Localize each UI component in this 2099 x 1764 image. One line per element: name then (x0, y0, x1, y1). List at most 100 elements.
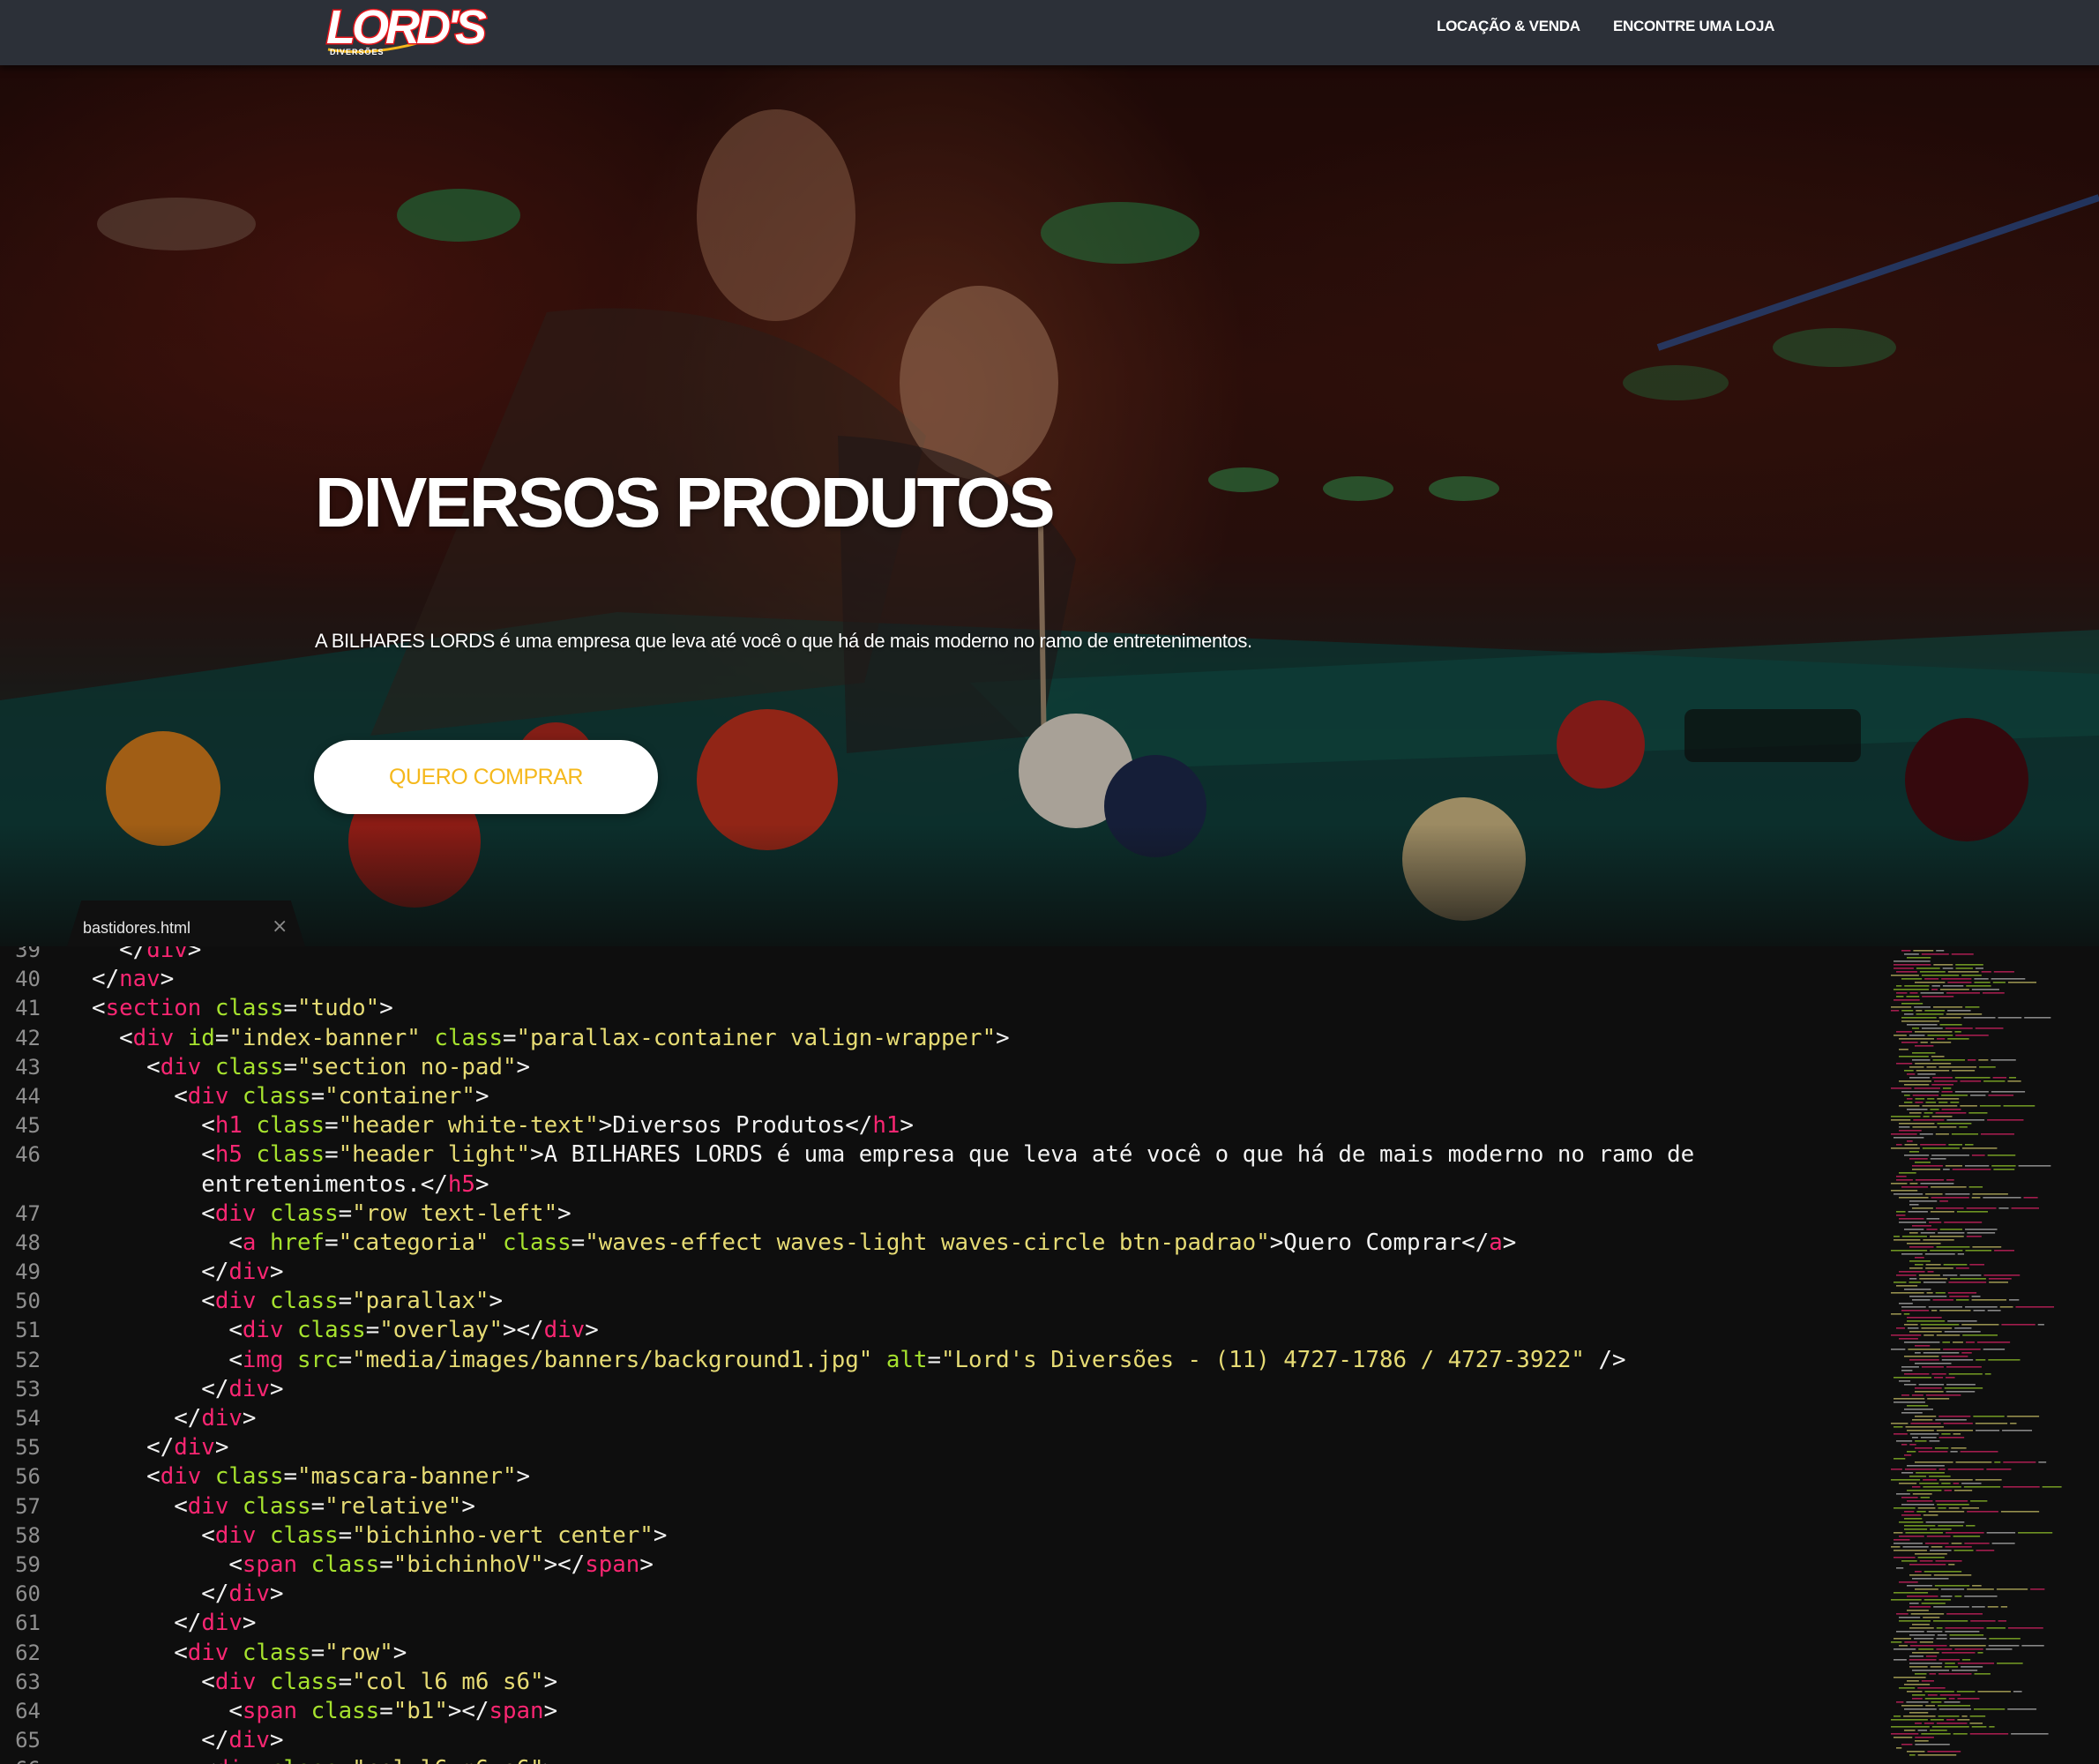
minimap-line (1917, 1557, 1945, 1558)
minimap-line (1976, 1430, 2000, 1431)
minimap-line (1943, 1264, 1968, 1266)
minimap-line (1992, 982, 2006, 983)
code-token: div (228, 1727, 270, 1754)
line-source: </div> (64, 1609, 256, 1638)
code-line[interactable]: 65 </div> (0, 1726, 1879, 1755)
line-source: <div id="index-banner" class="parallax-c… (64, 1024, 1010, 1053)
code-line[interactable]: 53 </div> (0, 1375, 1879, 1404)
minimap-line (1994, 1250, 2014, 1252)
code-line[interactable]: 49 </div> (0, 1258, 1879, 1287)
code-line[interactable]: 46 <h5 class="header light">A BILHARES L… (0, 1140, 1879, 1170)
minimap-line (1909, 1603, 1919, 1604)
minimap-line (1935, 1500, 1968, 1502)
minimap-line (1931, 1373, 1946, 1375)
minimap-line (1970, 1500, 1988, 1502)
minimap-line (1904, 1454, 1912, 1456)
code-line[interactable]: 47 <div class="row text-left"> (0, 1200, 1879, 1229)
minimap-line (1894, 1659, 1907, 1661)
code-token: > (392, 1639, 407, 1666)
minimap-line (1907, 1320, 1946, 1322)
line-source: <img src="media/images/banners/backgroun… (64, 1346, 1625, 1375)
code-token: "col l6 m6 s6" (352, 1668, 544, 1695)
code-token: class (214, 1053, 284, 1080)
nav-link-locacao-venda[interactable]: LOCAÇÃO & VENDA (1437, 18, 1580, 35)
code-line[interactable]: 52 <img src="media/images/banners/backgr… (0, 1346, 1879, 1375)
code-line[interactable]: 48 <a href="categoria" class="waves-effe… (0, 1229, 1879, 1258)
minimap-line (2007, 1708, 2037, 1710)
minimap-line (1901, 1370, 1913, 1372)
minimap-line (1941, 1652, 1976, 1654)
code-line[interactable]: 44 <div class="container"> (0, 1082, 1879, 1111)
code-line[interactable]: 61 </div> (0, 1609, 1879, 1638)
nav-link-encontre-loja[interactable]: ENCONTRE UMA LOJA (1613, 18, 1774, 35)
line-source: <div class="row text-left"> (64, 1200, 571, 1229)
code-token: div (201, 1405, 243, 1431)
minimap-line (1909, 1260, 1931, 1262)
quero-comprar-button[interactable]: QUERO COMPRAR (314, 740, 658, 814)
code-line[interactable]: 60 </div> (0, 1580, 1879, 1609)
minimap-line (1986, 1627, 2006, 1629)
code-line[interactable]: 51 <div class="overlay"></div> (0, 1316, 1879, 1345)
minimap-line (1921, 1733, 1951, 1735)
code-line[interactable]: 57 <div class="relative"> (0, 1492, 1879, 1521)
code-area[interactable]: 39 </div> 40 </nav> 41 <section class="tud… (0, 946, 1879, 1764)
code-line[interactable]: 45 <h1 class="header white-text">Diverso… (0, 1111, 1879, 1140)
line-source: </div> (64, 1258, 283, 1287)
minimap-line (1909, 1204, 1919, 1206)
line-source: <div class="col l6 m6 s6"> (64, 1755, 557, 1764)
code-line[interactable]: 41 <section class="tudo"> (0, 994, 1879, 1023)
minimap-line (1968, 1059, 1976, 1061)
minimap-line (1909, 1574, 1931, 1576)
code-line[interactable]: 63 <div class="col l6 m6 s6"> (0, 1668, 1879, 1697)
code-token: div (160, 1053, 202, 1080)
code-line[interactable]: entretenimentos.</h5> (0, 1170, 1879, 1200)
code-line[interactable]: 50 <div class="parallax"> (0, 1287, 1879, 1316)
minimap-line (1945, 1631, 1980, 1633)
minimap-line (1909, 1659, 1937, 1661)
code-token: = (571, 1229, 586, 1256)
minimap-line (1894, 1507, 1916, 1509)
minimap-line (1920, 1324, 1960, 1326)
minimap-line (1891, 1183, 1908, 1185)
editor-minimap[interactable] (1887, 946, 2099, 1764)
lords-logo[interactable]: LORD'S DIVERSÕES (325, 0, 489, 58)
minimap-line (1899, 1536, 1924, 1537)
minimap-line (1941, 1359, 1974, 1361)
minimap-line (1944, 1222, 1983, 1223)
minimap-line (1907, 1140, 1913, 1142)
line-number: 57 (15, 1493, 41, 1519)
close-icon[interactable]: × (272, 916, 288, 938)
code-line[interactable]: 55 </div> (0, 1433, 1879, 1462)
code-token: "relative" (325, 1492, 462, 1520)
editor-tab[interactable]: bastidores.html × (67, 901, 305, 946)
code-line[interactable]: 58 <div class="bichinho-vert center"> (0, 1521, 1879, 1551)
code-line[interactable]: 56 <div class="mascara-banner"> (0, 1462, 1879, 1491)
minimap-line (1941, 1483, 1951, 1484)
minimap-line (2006, 1416, 2040, 1417)
code-line[interactable]: 64 <span class="b1"></span> (0, 1697, 1879, 1726)
minimap-line (1899, 1056, 1929, 1058)
code-line[interactable]: 59 <span class="bichinhoV"></span> (0, 1551, 1879, 1580)
code-token: div (242, 1317, 284, 1344)
code-editor[interactable]: 39 </div> 40 </nav> 41 <section class="tud… (0, 946, 2099, 1764)
minimap-line (1896, 1176, 1907, 1177)
minimap-line (2015, 1306, 2055, 1308)
code-line[interactable]: 43 <div class="section no-pad"> (0, 1053, 1879, 1082)
minimap-line (1915, 1588, 1938, 1590)
minimap-line (1912, 1052, 1936, 1054)
minimap-line (1920, 1144, 1946, 1146)
code-line[interactable]: 62 <div class="row"> (0, 1639, 1879, 1668)
minimap-line (1891, 1423, 1909, 1424)
code-line[interactable]: 54 </div> (0, 1404, 1879, 1433)
minimap-line (1931, 1056, 1945, 1058)
code-line[interactable]: 39 </div> (0, 946, 1879, 965)
minimap-line (1947, 1038, 1969, 1040)
minimap-line (1931, 985, 1940, 987)
code-line[interactable]: 42 <div id="index-banner" class="paralla… (0, 1024, 1879, 1053)
minimap-line (1960, 1451, 1998, 1453)
code-token: div (187, 1082, 229, 1110)
code-line[interactable]: 66 <div class="col l6 m6 s6"> (0, 1755, 1879, 1764)
minimap-line (1891, 1599, 1922, 1601)
minimap-line (1929, 1236, 1964, 1237)
code-line[interactable]: 40 </nav> (0, 965, 1879, 994)
